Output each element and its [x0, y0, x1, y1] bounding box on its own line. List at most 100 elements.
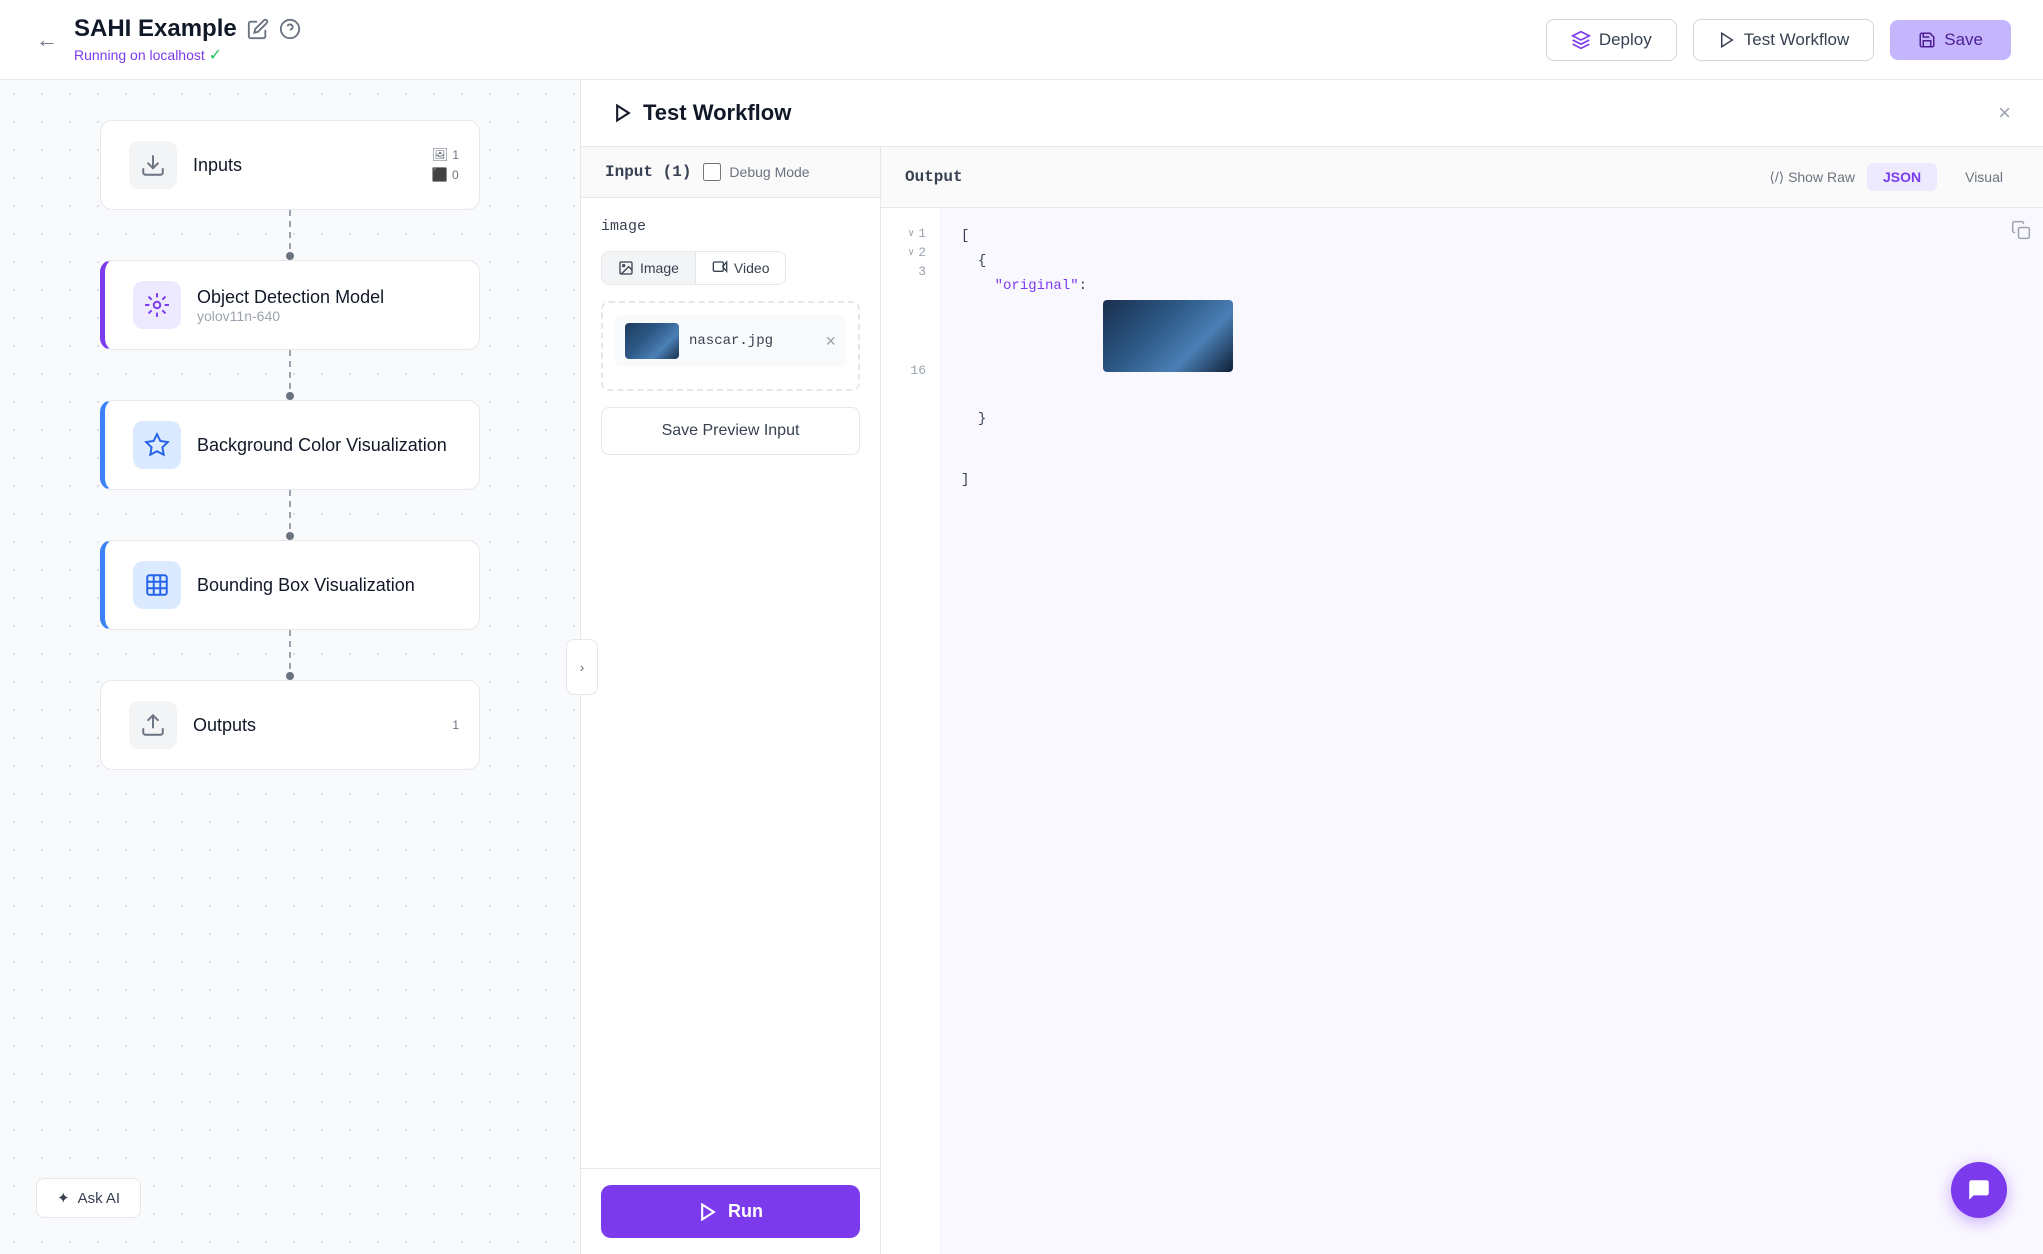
- node-outputs-text: Outputs: [193, 715, 256, 736]
- file-upload-area[interactable]: nascar.jpg ×: [601, 301, 860, 391]
- ask-ai-button[interactable]: ✦ Ask AI: [36, 1178, 141, 1218]
- save-button[interactable]: Save: [1890, 20, 2011, 60]
- output-header-right: ⟨/⟩ Show Raw JSON Visual: [1769, 163, 2019, 191]
- save-preview-label: Save Preview Input: [662, 422, 800, 439]
- deploy-icon: [1571, 30, 1591, 50]
- node-inputs-icon: [129, 141, 177, 189]
- io-layout: Input (1) Debug Mode image Image: [581, 147, 2043, 1254]
- code-line-close-obj: }: [961, 407, 2023, 432]
- node-inputs-badges: 🖼1 ⬛0: [432, 147, 459, 183]
- tab-image-label: Image: [640, 260, 679, 276]
- node-bg-icon: [133, 421, 181, 469]
- node-object-detection[interactable]: Object Detection Model yolov11n-640: [100, 260, 480, 350]
- ask-ai-icon: ✦: [57, 1189, 70, 1207]
- run-section: Run: [581, 1168, 880, 1254]
- workflow-nodes: Inputs 🖼1 ⬛0: [20, 120, 560, 770]
- main-layout: Inputs 🖼1 ⬛0: [0, 80, 2043, 1254]
- line-2: ∨2: [881, 243, 940, 262]
- code-area: ∨1 ∨2 3 16 [ { "original":: [881, 208, 2043, 1254]
- copy-icon: [2011, 220, 2031, 240]
- input-image-label: image: [601, 218, 860, 235]
- node-badge-output: 1: [452, 718, 459, 732]
- debug-mode-checkbox[interactable]: [703, 163, 721, 181]
- node-inputs-title: Inputs: [193, 155, 242, 176]
- ask-ai-label: Ask AI: [78, 1190, 121, 1207]
- node-inputs-text: Inputs: [193, 155, 242, 176]
- back-button[interactable]: ←: [32, 23, 62, 57]
- show-raw-button[interactable]: ⟨/⟩ Show Raw: [1769, 169, 1855, 186]
- chat-icon: [1966, 1177, 1992, 1203]
- chat-fab-button[interactable]: [1951, 1162, 2007, 1218]
- file-remove-button[interactable]: ×: [825, 332, 836, 350]
- test-workflow-button[interactable]: Test Workflow: [1693, 19, 1875, 61]
- help-icon[interactable]: [279, 18, 301, 40]
- code-line-3: "original":: [961, 274, 2023, 396]
- node-bbox-viz[interactable]: Bounding Box Visualization: [100, 540, 480, 630]
- code-line-16: ]: [961, 468, 2023, 493]
- nascar-thumbnail: [625, 323, 679, 359]
- tab-json-label: JSON: [1883, 169, 1921, 185]
- tab-visual-button[interactable]: Visual: [1949, 163, 2019, 191]
- app-title-group: SAHI Example Running on localhost ✓: [74, 15, 301, 65]
- debug-mode-label: Debug Mode: [729, 164, 809, 180]
- test-workflow-label: Test Workflow: [1744, 30, 1850, 50]
- node-bg-title: Background Color Visualization: [197, 435, 447, 456]
- node-detection-subtitle: yolov11n-640: [197, 308, 384, 324]
- line-1: ∨1: [881, 224, 940, 243]
- app-title: SAHI Example: [74, 15, 301, 43]
- node-bbox-icon: [133, 561, 181, 609]
- header-left: ← SAHI Example Running on localhost ✓: [32, 15, 301, 65]
- line-3: 3: [881, 262, 940, 281]
- code-line-1: [: [961, 224, 2023, 249]
- image-tab-icon: [618, 260, 634, 276]
- test-panel-title: Test Workflow: [613, 100, 791, 126]
- node-inputs[interactable]: Inputs 🖼1 ⬛0: [100, 120, 480, 210]
- connector-dot-1: [286, 252, 294, 260]
- tab-json-button[interactable]: JSON: [1867, 163, 1937, 191]
- tab-video-label: Video: [734, 260, 770, 276]
- connector-dot-2: [286, 392, 294, 400]
- collapse-icon: ›: [580, 659, 585, 675]
- node-bg-color-viz[interactable]: Background Color Visualization: [100, 400, 480, 490]
- deploy-label: Deploy: [1599, 30, 1652, 50]
- test-panel-header: Test Workflow ×: [581, 80, 2043, 147]
- tab-image[interactable]: Image: [602, 252, 695, 284]
- save-icon: [1918, 31, 1936, 49]
- tab-visual-label: Visual: [1965, 169, 2003, 185]
- input-col-header: Input (1) Debug Mode: [581, 147, 880, 198]
- input-type-tabs: Image Video: [601, 251, 786, 285]
- deploy-button[interactable]: Deploy: [1546, 19, 1677, 61]
- input-column: Input (1) Debug Mode image Image: [581, 147, 881, 1254]
- node-badge-image: 🖼1: [432, 147, 459, 163]
- output-col-title: Output: [905, 168, 963, 186]
- node-detection-icon: [133, 281, 181, 329]
- tab-video[interactable]: Video: [695, 252, 786, 284]
- node-bbox-text: Bounding Box Visualization: [197, 575, 415, 596]
- close-panel-button[interactable]: ×: [1998, 100, 2011, 126]
- app-subtitle: Running on localhost ✓: [74, 45, 301, 65]
- line-4: [881, 281, 940, 361]
- node-outputs[interactable]: Outputs 1: [100, 680, 480, 770]
- play-icon-panel: [613, 103, 633, 123]
- copy-button[interactable]: [2011, 220, 2031, 245]
- node-outputs-icon: [129, 701, 177, 749]
- node-outputs-title: Outputs: [193, 715, 256, 736]
- input-body: image Image Video: [581, 198, 880, 1168]
- output-column: Output ⟨/⟩ Show Raw JSON Visual: [881, 147, 2043, 1254]
- play-icon: [1718, 31, 1736, 49]
- edit-icon[interactable]: [247, 18, 269, 40]
- save-preview-button[interactable]: Save Preview Input: [601, 407, 860, 455]
- canvas-area: Inputs 🖼1 ⬛0: [0, 80, 580, 1254]
- debug-toggle[interactable]: Debug Mode: [703, 163, 809, 181]
- output-col-header: Output ⟨/⟩ Show Raw JSON Visual: [881, 147, 2043, 208]
- node-detection-text: Object Detection Model yolov11n-640: [197, 287, 384, 324]
- connector-4: [289, 630, 291, 680]
- app-header: ← SAHI Example Running on localhost ✓ De…: [0, 0, 2043, 80]
- code-line-2: {: [961, 249, 2023, 274]
- connector-dot-4: [286, 672, 294, 680]
- arrow-2: ∨: [908, 247, 914, 259]
- collapse-button[interactable]: ›: [566, 639, 598, 695]
- line-16: 16: [881, 361, 940, 380]
- run-button[interactable]: Run: [601, 1185, 860, 1238]
- test-panel-title-text: Test Workflow: [643, 100, 791, 126]
